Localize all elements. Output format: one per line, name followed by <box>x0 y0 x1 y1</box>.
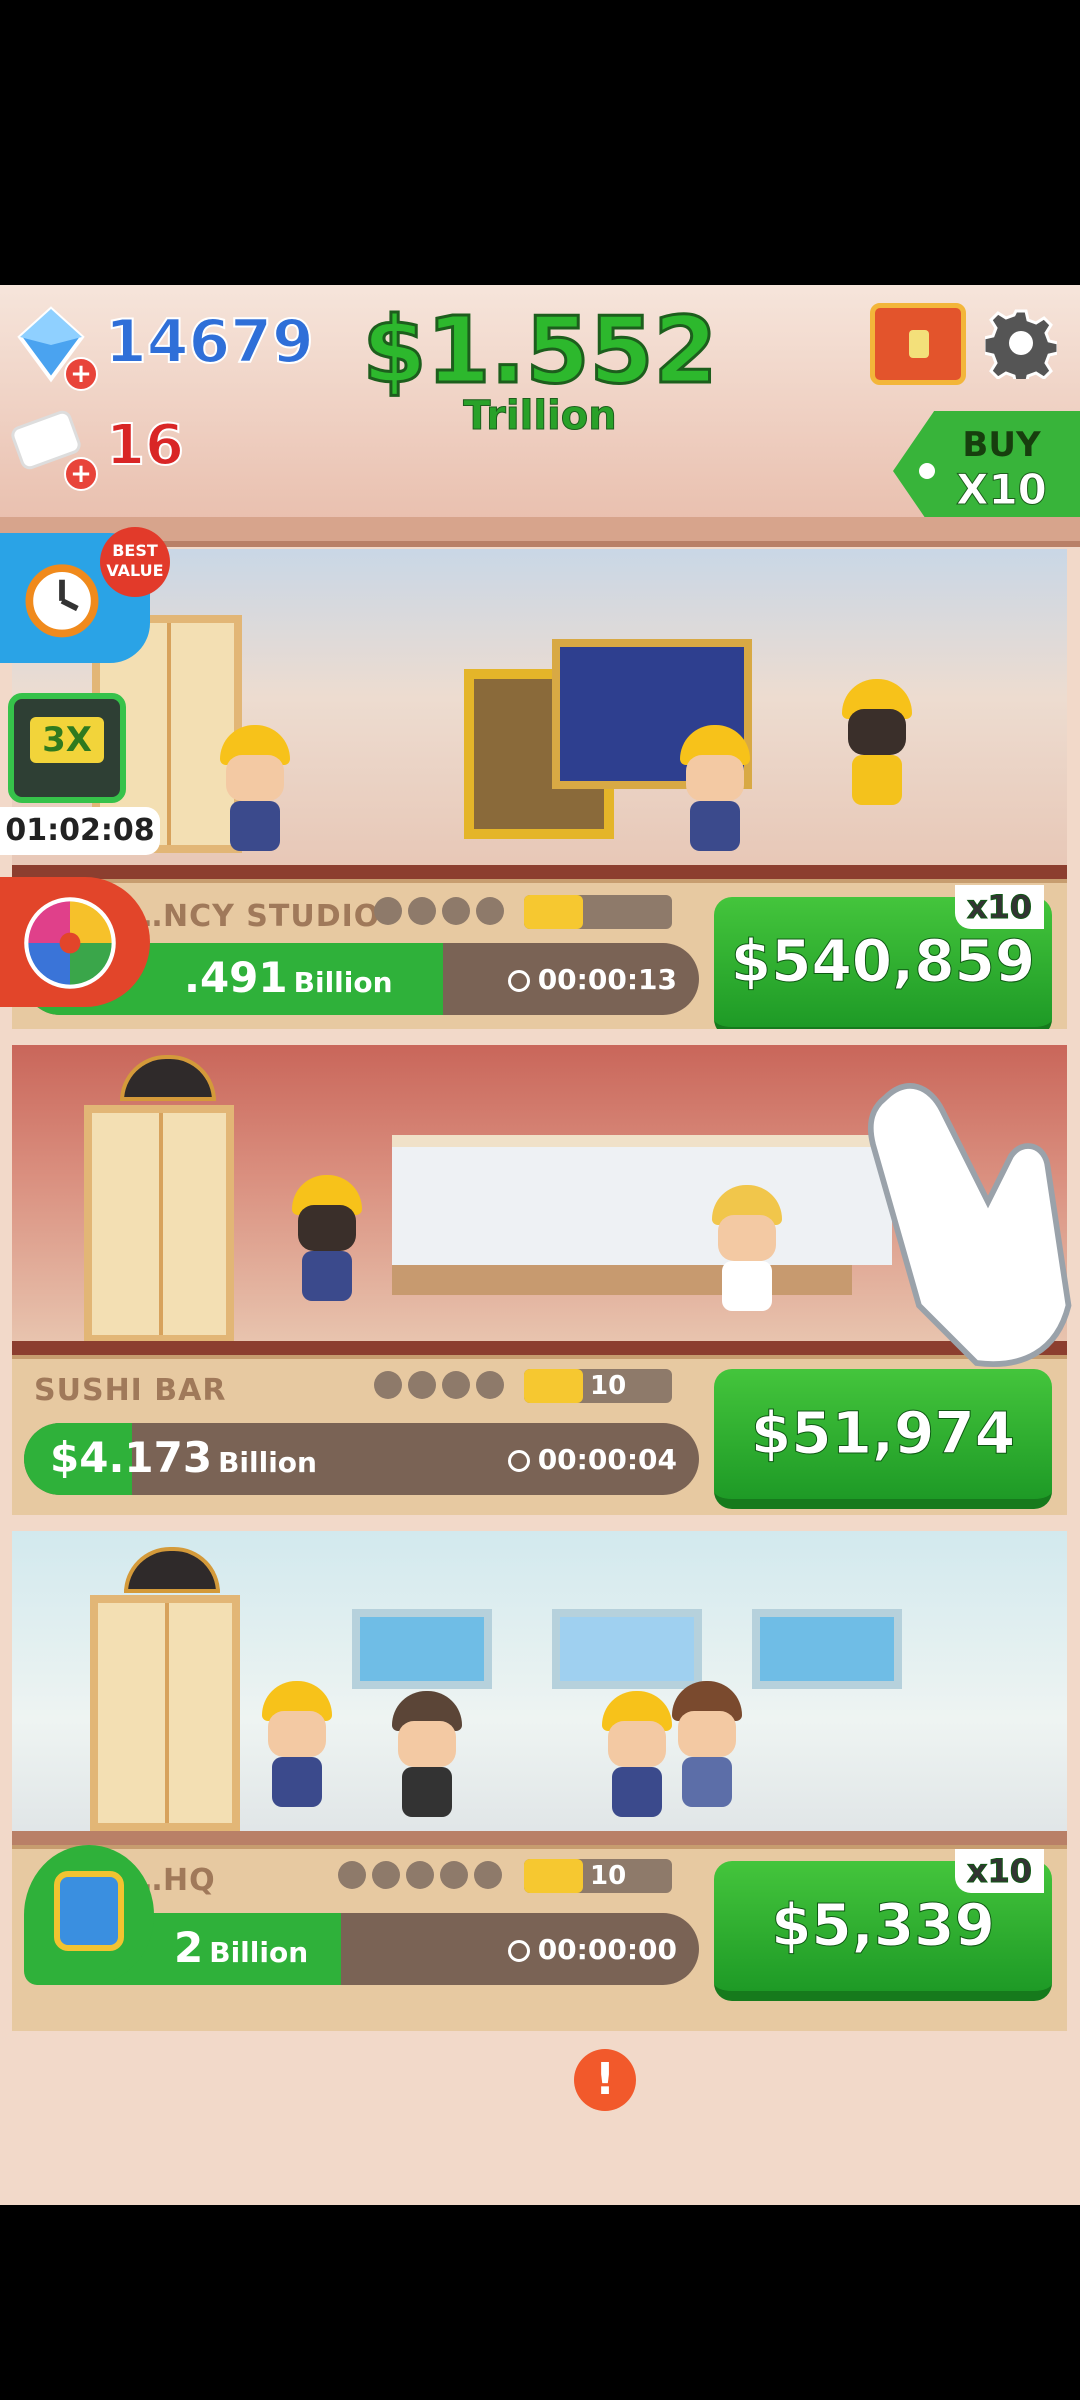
level-progress: 10 <box>524 1859 672 1893</box>
income-timer: 00:00:00 <box>507 1933 677 1966</box>
income-bar: $4.173 Billion 00:00:04 <box>24 1423 699 1495</box>
game-viewport: + 14679 + 16 $1.552 Trillion BUY X10 …NC… <box>0 285 1080 2205</box>
level-progress: 10 <box>524 1369 672 1403</box>
income-timer: 00:00:04 <box>507 1443 677 1476</box>
upgrade-cost: $51,974 <box>750 1399 1016 1468</box>
clock-icon <box>507 970 530 992</box>
best-value-badge: BEST VALUE <box>100 527 170 597</box>
income-timer: 00:00:13 <box>507 963 677 996</box>
prize-wheel-icon <box>24 897 116 989</box>
worker-character <box>262 1681 332 1811</box>
income-unit: Billion <box>293 966 393 999</box>
worker-character <box>602 1691 672 1821</box>
room-scene <box>12 549 1067 879</box>
elevator-sign-icon <box>124 1547 220 1593</box>
upgrade-button[interactable]: $540,859 x10 <box>714 885 1052 1029</box>
multiplier-badge: x10 <box>954 885 1044 929</box>
floor-card: …HQ 10 2 Billion 00:00:00 $5,339 x10 <box>12 1531 1067 2031</box>
worker-character <box>392 1691 462 1821</box>
upgrade-button[interactable]: $51,974 <box>714 1369 1052 1509</box>
alarm-clock-icon <box>25 564 99 638</box>
income-amount: 2 Billion <box>174 1923 308 1972</box>
income-value: 2 <box>174 1923 204 1972</box>
ad-boost-button[interactable]: 3X <box>8 693 126 803</box>
star-rating <box>374 1371 510 1403</box>
worker-character <box>220 725 290 855</box>
office-monitor <box>352 1609 492 1689</box>
floor-name: SUSHI BAR <box>34 1373 227 1408</box>
floor-card: …NCY STUDIO .491 Billion 00:00:13 $540,85… <box>12 549 1067 1029</box>
star-rating <box>374 897 510 929</box>
room-scene <box>12 1531 1067 1845</box>
treasure-chest-icon[interactable] <box>870 303 966 385</box>
income-unit: Billion <box>209 1936 309 1969</box>
clock-icon <box>507 1450 530 1472</box>
multiplier-badge: x10 <box>954 1849 1044 1893</box>
income-unit: Billion <box>218 1446 317 1479</box>
level-number: 10 <box>590 1371 627 1401</box>
upgrade-button[interactable]: $5,339 x10 <box>714 1849 1052 2001</box>
worker-character <box>680 725 750 855</box>
level-number: 10 <box>590 1861 627 1891</box>
timer-value: 00:00:00 <box>537 1933 677 1966</box>
tutorial-hand-pointer-icon <box>867 1083 1072 1367</box>
clock-icon <box>507 1940 530 1962</box>
office-monitor <box>552 1609 702 1689</box>
elevator-sign-icon <box>120 1055 216 1101</box>
backpack-icon <box>54 1871 124 1951</box>
office-monitor <box>752 1609 902 1689</box>
elevator-door[interactable] <box>90 1595 240 1831</box>
level-progress <box>524 895 672 929</box>
manager-backpack-button[interactable] <box>24 1845 154 1985</box>
sushi-counter <box>392 1135 892 1265</box>
worker-character <box>712 1185 782 1315</box>
buy-label: BUY <box>962 425 1041 465</box>
boost-offer-button[interactable]: BEST VALUE <box>0 527 170 663</box>
floor-name: …NCY STUDIO <box>132 899 381 934</box>
upgrade-cost: $5,339 <box>771 1891 996 1960</box>
worker-character <box>292 1175 362 1305</box>
timer-value: 00:00:04 <box>537 1443 677 1476</box>
alert-badge: ! <box>574 2049 636 2111</box>
prize-wheel-button[interactable] <box>0 877 150 1007</box>
money-unit: Trillion <box>463 393 617 440</box>
star-rating <box>338 1861 508 1893</box>
floor-rail <box>12 865 1067 879</box>
elevator-door[interactable] <box>84 1105 234 1343</box>
floor-rail <box>12 1831 1067 1845</box>
income-value: .491 <box>184 953 288 1002</box>
hud-bar: + 14679 + 16 $1.552 Trillion BUY X10 <box>0 285 1080 547</box>
income-amount: $4.173 Billion <box>50 1433 317 1482</box>
worker-character <box>672 1681 742 1811</box>
ad-multiplier: 3X <box>30 717 104 763</box>
counter-stools <box>392 1265 852 1295</box>
buy-multiplier: X10 <box>956 465 1048 515</box>
card-plus-icon[interactable]: + <box>64 457 98 491</box>
income-amount: .491 Billion <box>184 953 393 1002</box>
income-value: $4.173 <box>50 1433 213 1482</box>
gear-icon[interactable] <box>985 307 1057 379</box>
upgrade-cost: $540,859 <box>730 927 1036 996</box>
ad-timer: 01:02:08 <box>0 807 160 855</box>
worker-character <box>842 679 912 809</box>
timer-value: 00:00:13 <box>537 963 677 996</box>
